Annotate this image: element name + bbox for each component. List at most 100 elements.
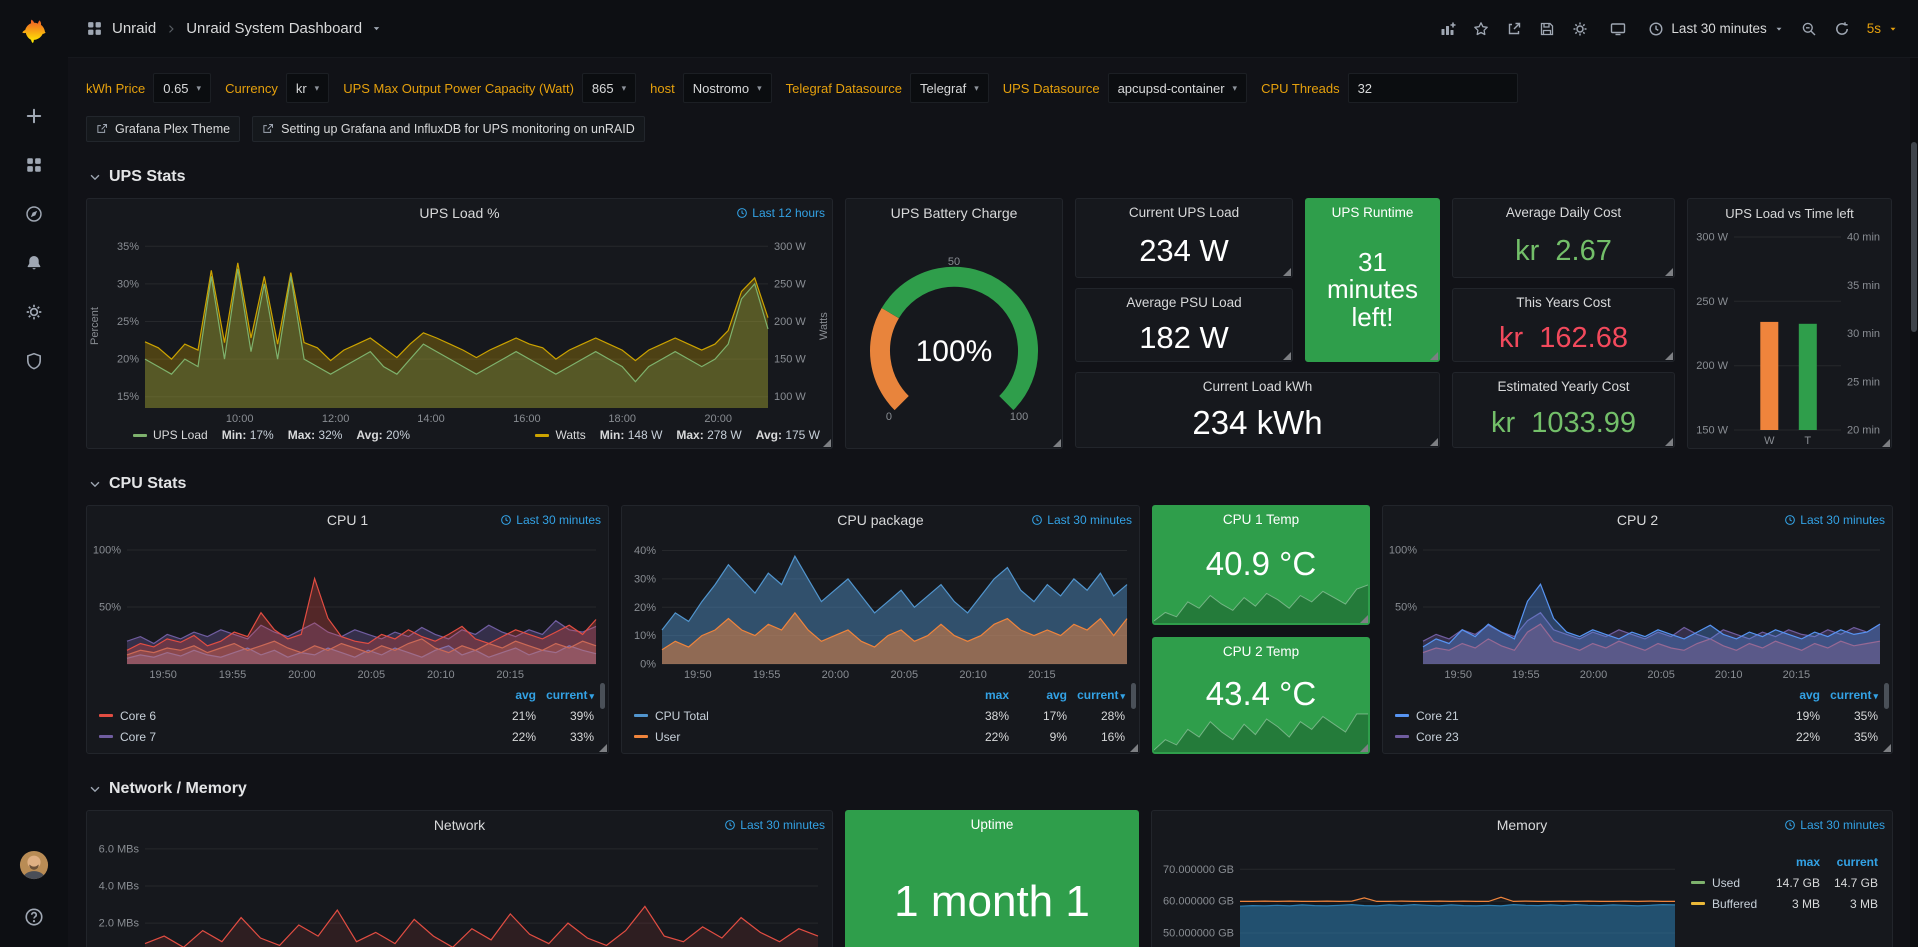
- legend-scrollbar[interactable]: [600, 683, 605, 709]
- cpu1-chart[interactable]: 100%50%19:5019:5520:0020:0520:1020:15: [87, 534, 608, 682]
- panel-resize-handle[interactable]: [1883, 744, 1891, 752]
- panel-title[interactable]: This Years Cost: [1453, 289, 1674, 315]
- memory-chart[interactable]: 70.000000 GB60.000000 GB50.000000 GB: [1152, 839, 1687, 947]
- cycle-view-mode-button[interactable]: [1610, 21, 1626, 37]
- panel-resize-handle[interactable]: [823, 439, 831, 447]
- panel-title[interactable]: CPU 2: [1617, 512, 1658, 528]
- panel-title[interactable]: UPS Load %: [419, 205, 499, 221]
- network-chart[interactable]: 6.0 MBs4.0 MBs2.0 MBs: [87, 839, 832, 947]
- legend-sort-max[interactable]: max: [1762, 855, 1820, 869]
- scrollbar-thumb[interactable]: [1911, 142, 1917, 332]
- panel-resize-handle[interactable]: [1283, 268, 1291, 276]
- legend-row[interactable]: Core 621%39%: [99, 705, 594, 726]
- sidebar-help-button[interactable]: [0, 897, 68, 937]
- panel-title[interactable]: UPS Load vs Time left: [1725, 206, 1854, 221]
- panel-resize-handle[interactable]: [1360, 744, 1368, 752]
- sidebar-create-button[interactable]: [0, 96, 68, 136]
- variable-value-dropdown[interactable]: 865▾: [582, 73, 636, 103]
- legend-row[interactable]: Used14.7 GB14.7 GB: [1691, 872, 1878, 893]
- panel-title[interactable]: Current UPS Load: [1076, 199, 1292, 225]
- sidebar-server-admin-button[interactable]: [0, 341, 68, 381]
- caret-down-icon[interactable]: [371, 23, 382, 34]
- panel-title[interactable]: UPS Battery Charge: [891, 205, 1018, 221]
- breadcrumb-folder[interactable]: Unraid: [112, 20, 156, 37]
- panel-title[interactable]: CPU 1: [327, 512, 368, 528]
- page-scrollbar[interactable]: [1910, 58, 1918, 947]
- sidebar-explore-button[interactable]: [0, 194, 68, 234]
- legend-sort-current[interactable]: current: [1820, 855, 1878, 869]
- dashboard-menu-icon[interactable]: [86, 20, 103, 37]
- legend-scrollbar[interactable]: [1131, 683, 1136, 709]
- legend-sort-avg[interactable]: avg: [1009, 688, 1067, 702]
- refresh-button[interactable]: [1834, 21, 1850, 37]
- panel-title[interactable]: CPU package: [837, 512, 923, 528]
- legend-row[interactable]: User22%9%16%: [634, 726, 1125, 747]
- variable-value-dropdown[interactable]: Nostromo▾: [683, 73, 772, 103]
- save-dashboard-button[interactable]: [1539, 21, 1555, 37]
- panel-title[interactable]: Estimated Yearly Cost: [1453, 373, 1674, 399]
- legend-sort-avg[interactable]: avg: [1762, 688, 1820, 702]
- panel-resize-handle[interactable]: [1053, 439, 1061, 447]
- ups-load-chart[interactable]: 35%30%25%20%15%300 W250 W200 W150 W100 W…: [103, 227, 816, 426]
- panel-time-range[interactable]: Last 30 minutes: [500, 513, 601, 527]
- refresh-interval-picker[interactable]: 5s: [1867, 21, 1898, 36]
- legend-sort-current[interactable]: current▾: [536, 688, 594, 702]
- mark-as-favorite-button[interactable]: [1473, 21, 1489, 37]
- legend-item[interactable]: UPS LoadMin: 17%Max: 32%Avg: 20%: [133, 428, 410, 442]
- page-title[interactable]: Unraid System Dashboard: [186, 20, 362, 37]
- panel-title[interactable]: CPU 2 Temp: [1153, 638, 1369, 664]
- sidebar-alerting-button[interactable]: [0, 243, 68, 283]
- grafana-logo[interactable]: [13, 10, 55, 52]
- panel-resize-handle[interactable]: [1430, 438, 1438, 446]
- section-header-network-memory[interactable]: Network / Memory: [88, 780, 1894, 798]
- ups-load-vs-time-chart[interactable]: 300 W250 W200 W150 W40 min35 min30 min25…: [1688, 227, 1891, 448]
- zoom-out-time-button[interactable]: [1801, 21, 1817, 37]
- legend-row[interactable]: CPU Total38%17%28%: [634, 705, 1125, 726]
- panel-time-range[interactable]: Last 12 hours: [736, 206, 825, 220]
- panel-resize-handle[interactable]: [1130, 744, 1138, 752]
- sidebar-configuration-button[interactable]: [0, 292, 68, 332]
- panel-title[interactable]: Current Load kWh: [1076, 373, 1439, 399]
- panel-title[interactable]: Average PSU Load: [1076, 289, 1292, 315]
- panel-resize-handle[interactable]: [1360, 615, 1368, 623]
- legend-sort-current[interactable]: current▾: [1820, 688, 1878, 702]
- dashboard-settings-button[interactable]: [1572, 21, 1588, 37]
- legend-sort-avg[interactable]: avg: [478, 688, 536, 702]
- dashboard-link[interactable]: Grafana Plex Theme: [86, 116, 240, 142]
- panel-title[interactable]: UPS Runtime: [1306, 199, 1439, 225]
- battery-charge-gauge[interactable]: 050100100%: [846, 227, 1062, 448]
- dashboard-link[interactable]: Setting up Grafana and InfluxDB for UPS …: [252, 116, 645, 142]
- section-header-cpu-stats[interactable]: CPU Stats: [88, 475, 1894, 493]
- variable-value-dropdown[interactable]: apcupsd-container▾: [1108, 73, 1248, 103]
- panel-title[interactable]: CPU 1 Temp: [1153, 506, 1369, 532]
- variable-value-dropdown[interactable]: 0.65▾: [153, 73, 211, 103]
- share-dashboard-button[interactable]: [1506, 21, 1522, 37]
- panel-time-range[interactable]: Last 30 minutes: [1784, 513, 1885, 527]
- panel-title[interactable]: Network: [434, 817, 485, 833]
- legend-sort-current[interactable]: current▾: [1067, 688, 1125, 702]
- variable-value-dropdown[interactable]: kr▾: [286, 73, 329, 103]
- panel-resize-handle[interactable]: [1665, 438, 1673, 446]
- section-header-ups-stats[interactable]: UPS Stats: [88, 168, 1894, 186]
- variable-value-dropdown[interactable]: 32: [1348, 73, 1518, 103]
- panel-title[interactable]: Average Daily Cost: [1453, 199, 1674, 225]
- cpu2-chart[interactable]: 100%50%19:5019:5520:0020:0520:1020:15: [1383, 534, 1892, 682]
- panel-resize-handle[interactable]: [599, 744, 607, 752]
- cpu-package-chart[interactable]: 40%30%20%10%0%19:5019:5520:0020:0520:102…: [622, 534, 1139, 682]
- panel-time-range[interactable]: Last 30 minutes: [1031, 513, 1132, 527]
- legend-row[interactable]: Core 2322%35%: [1395, 726, 1878, 747]
- variable-value-dropdown[interactable]: Telegraf▾: [910, 73, 989, 103]
- legend-scrollbar[interactable]: [1884, 683, 1889, 709]
- panel-resize-handle[interactable]: [1283, 352, 1291, 360]
- time-range-picker[interactable]: Last 30 minutes: [1648, 21, 1783, 37]
- legend-row[interactable]: Buffered3 MB3 MB: [1691, 893, 1878, 914]
- legend-row[interactable]: Core 2119%35%: [1395, 705, 1878, 726]
- legend-sort-max[interactable]: max: [951, 688, 1009, 702]
- panel-resize-handle[interactable]: [1665, 352, 1673, 360]
- panel-title[interactable]: Uptime: [846, 811, 1138, 837]
- add-panel-button[interactable]: [1440, 21, 1456, 37]
- sidebar-user-profile-button[interactable]: [0, 845, 68, 885]
- panel-time-range[interactable]: Last 30 minutes: [724, 818, 825, 832]
- legend-row[interactable]: Core 722%33%: [99, 726, 594, 747]
- panel-resize-handle[interactable]: [1882, 439, 1890, 447]
